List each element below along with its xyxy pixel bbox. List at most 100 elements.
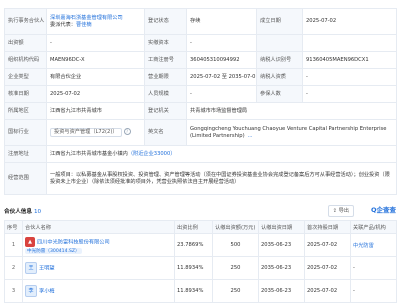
row-name-cell: 李李小梅: [22, 279, 175, 303]
executive-partner-rep[interactable]: 曹佳楠: [76, 22, 92, 28]
row-related[interactable]: 中光防雷: [350, 233, 397, 257]
reg-status-label: 登记状态: [144, 8, 187, 35]
partner-name-link[interactable]: 李小梅: [39, 289, 55, 295]
row-rank: 1: [4, 233, 23, 257]
row-ratio: 11.8934%: [174, 279, 213, 303]
shareholders-title: 合伙人信息 10: [4, 209, 42, 215]
capital-value: -: [46, 34, 145, 52]
company-type-value: 有限合伙企业: [46, 68, 145, 86]
table-row: 1 ▲ 四川中光防雷科技股份有限公司 中光防雷（300414.SZ） 23.786…: [4, 233, 397, 257]
est-date-label: 成立日期: [256, 8, 303, 35]
taxpayer-id-label: 纳税人识别号: [256, 51, 303, 69]
info-row-5: 核准日期 2025-07-02 人员规模 - 参保人数 -: [4, 85, 397, 103]
row-ratio: 11.8934%: [174, 256, 213, 280]
shareholders-table: 序号 合伙人名称 出资比例 认缴出资额(万元) 认缴出资日期 首次持股日期 关联…: [4, 220, 397, 303]
info-row-8: 注册地址 江西省九江市共青城市基金小镇内（附近企业33000）: [4, 145, 397, 163]
info-row-3: 组织机构代码 MAEN96DC-X 工商注册号 360405310094992 …: [4, 51, 397, 69]
table-row: 2 王王明望 11.8934% 250 2035-06-23 2025-07-0…: [4, 256, 397, 280]
staff-label: 人员规模: [144, 85, 187, 103]
taxpayer-qual-value: -: [302, 68, 397, 86]
address-value: 江西省九江市共青城市基金小镇内: [50, 150, 128, 157]
table-row: 3 李李小梅 11.8934% 250 2035-06-23 2025-07-0…: [4, 279, 397, 303]
approval-date-value: 2025-07-02: [46, 85, 145, 103]
authority-label: 登记机关: [144, 102, 187, 120]
info-row-2: 出资额 - 实缴资本 -: [4, 34, 397, 52]
company-profile-page: 执行事务合伙人 深圳嘉海石浙基金管理有限公司 委派代表：曹佳楠 登记状态 存续 …: [0, 0, 400, 303]
insured-label: 参保人数: [256, 85, 303, 103]
executive-partner-note: 委派代表：: [50, 21, 76, 28]
actual-capital-value: -: [186, 34, 257, 52]
info-row-4: 企业类型 有限合伙企业 营业期限 2025-07-02 至 2035-07-01…: [4, 68, 397, 86]
insured-value: -: [302, 85, 397, 103]
taxpayer-qual-label: 纳税人资质: [256, 68, 303, 86]
est-date-value: 2025-07-02: [302, 8, 397, 35]
biz-reg-value: 360405310094992: [186, 51, 257, 69]
industry-cell: 投资与资产管理（L72(2)）?: [46, 119, 145, 146]
col-ratio[interactable]: 出资比例: [174, 220, 213, 234]
shareholders-header: 合伙人信息 10 ⇪ 导出 Q企查查: [4, 205, 396, 217]
col-amount[interactable]: 认缴出资额(万元): [212, 220, 259, 234]
org-code-label: 组织机构代码: [4, 51, 47, 69]
scope-value: 一般项目：以私募基金从事股权投资、投资管理、资产管理等活动（须在中国证券投资基金…: [46, 162, 397, 195]
col-first-date[interactable]: 首次持股日期: [304, 220, 351, 234]
empty-label: [256, 34, 303, 52]
col-name: 合伙人名称: [22, 220, 175, 234]
partner-name-link[interactable]: 四川中光防雷科技股份有限公司: [37, 239, 110, 245]
staff-value: -: [186, 85, 257, 103]
industry-label: 国标行业: [4, 119, 47, 146]
person-avatar: 王: [25, 262, 37, 274]
scope-label: 经营范围: [4, 162, 47, 195]
company-logo: ▲: [25, 236, 35, 247]
info-row-7: 国标行业 投资与资产管理（L72(2)）? 英文名 Gongqingcheng …: [4, 119, 397, 146]
row-related: -: [350, 279, 397, 303]
biz-term-value: 2025-07-02 至 2035-07-01: [186, 68, 257, 86]
row-name-cell: ▲ 四川中光防雷科技股份有限公司 中光防雷（300414.SZ）: [22, 233, 175, 257]
row-name-cell: 王王明望: [22, 256, 175, 280]
export-button[interactable]: ⇪ 导出: [327, 205, 354, 217]
region-value: 江西省九江市共青城市: [46, 102, 145, 120]
region-label: 所属地区: [4, 102, 47, 120]
taxpayer-id-value: 91360405MAEN96DCX1: [302, 51, 397, 69]
industry-select[interactable]: 投资与资产管理（L72(2)）: [50, 128, 122, 137]
address-label: 注册地址: [4, 145, 47, 163]
shareholders-count: 10: [33, 209, 42, 215]
row-ratio: 23.7869%: [174, 233, 213, 257]
row-rank: 2: [4, 256, 23, 280]
address-cell: 江西省九江市共青城市基金小镇内（附近企业33000）: [46, 145, 397, 163]
help-icon[interactable]: ?: [123, 128, 131, 136]
approval-date-label: 核准日期: [4, 85, 47, 103]
authority-value: 共青城市市场监督管理局: [186, 102, 397, 120]
executive-partner-link[interactable]: 深圳嘉海石浙基金管理有限公司: [50, 15, 123, 21]
biz-term-label: 营业期限: [144, 68, 187, 86]
empty-value: [302, 34, 397, 52]
row-amount: 500: [212, 233, 259, 257]
shareholders-header-row: 序号 合伙人名称 出资比例 认缴出资额(万元) 认缴出资日期 首次持股日期 关联…: [4, 220, 397, 234]
info-row-1: 执行事务合伙人 深圳嘉海石浙基金管理有限公司 委派代表：曹佳楠 登记状态 存续 …: [4, 8, 397, 35]
col-sub-date[interactable]: 认缴出资日期: [258, 220, 305, 234]
company-type-label: 企业类型: [4, 68, 47, 86]
partner-name-link[interactable]: 王明望: [39, 266, 55, 272]
col-rank: 序号: [4, 220, 23, 234]
row-related: -: [350, 256, 397, 280]
row-amount: 250: [212, 279, 259, 303]
english-name-cell: Gongqingcheng Youchuang Chaoyue Venture …: [186, 119, 397, 146]
brand-logo: Q企查查: [370, 206, 396, 214]
capital-label: 出资额: [4, 34, 47, 52]
reg-status-value: 存续: [186, 8, 257, 35]
business-info-table: 执行事务合伙人 深圳嘉海石浙基金管理有限公司 委派代表：曹佳楠 登记状态 存续 …: [4, 8, 397, 195]
col-related: 关联产品/机构: [350, 220, 397, 234]
info-row-9: 经营范围 一般项目：以私募基金从事股权投资、投资管理、资产管理等活动（须在中国证…: [4, 162, 397, 195]
info-row-6: 所属地区 江西省九江市共青城市 登记机关 共青城市市场监督管理局: [4, 102, 397, 120]
row-first-date: 2025-07-02: [304, 279, 351, 303]
row-rank: 3: [4, 279, 23, 303]
row-amount: 250: [212, 256, 259, 280]
stock-tag[interactable]: 中光防雷（300414.SZ）: [25, 247, 82, 254]
english-name-value: Gongqingcheng Youchuang Chaoyue Venture …: [190, 126, 387, 139]
actual-capital-label: 实缴资本: [144, 34, 187, 52]
more-ops-link[interactable]: ...: [248, 133, 253, 139]
row-first-date: 2025-07-02: [304, 233, 351, 257]
biz-reg-label: 工商注册号: [144, 51, 187, 69]
row-sub-date: 2035-06-23: [258, 279, 305, 303]
nearby-companies-link[interactable]: （附近企业33000）: [128, 151, 176, 157]
executive-partner-label: 执行事务合伙人: [4, 8, 47, 35]
